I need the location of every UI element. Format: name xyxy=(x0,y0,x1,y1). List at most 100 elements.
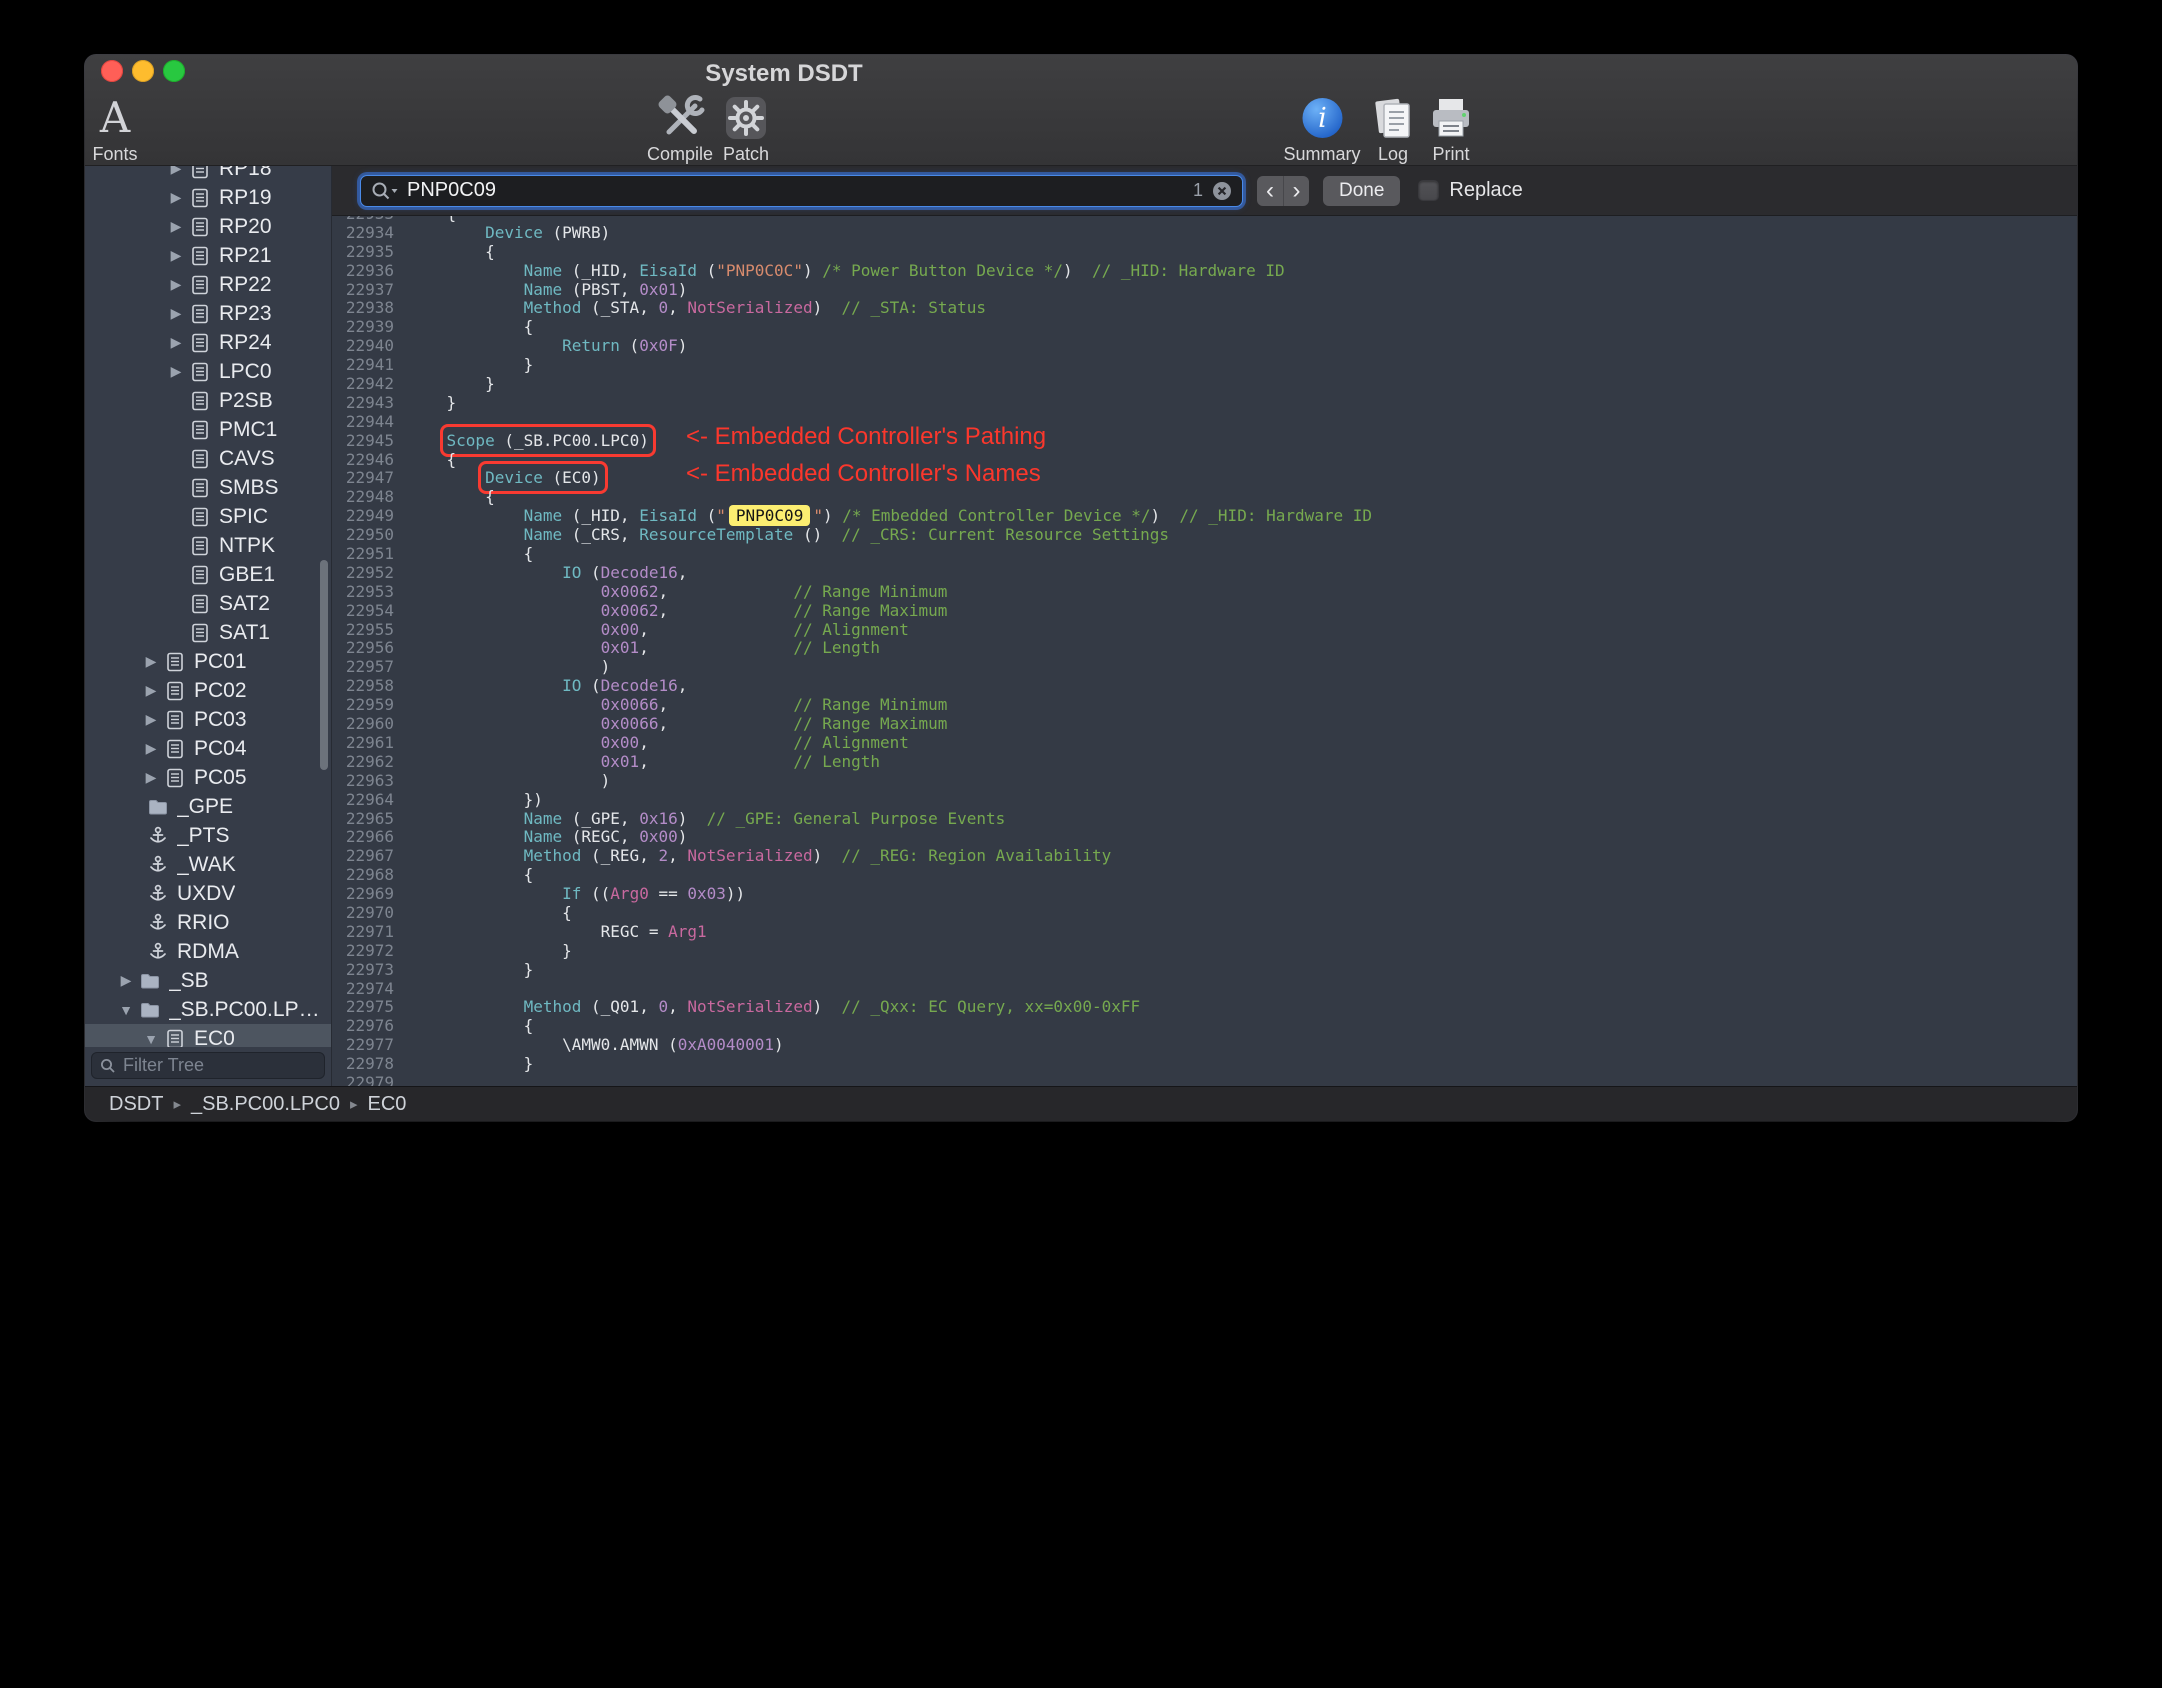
tree-item-pc01[interactable]: ▶ PC01 xyxy=(85,647,331,676)
tree-item-rp23[interactable]: ▶ RP23 xyxy=(85,299,331,328)
clear-search-icon[interactable] xyxy=(1212,181,1232,201)
find-previous-button[interactable]: ‹ xyxy=(1257,176,1283,206)
tree-item-pc02[interactable]: ▶ PC02 xyxy=(85,676,331,705)
toolbar-log-button[interactable]: Log xyxy=(1369,93,1417,165)
breadcrumb-item[interactable]: DSDT xyxy=(109,1093,163,1116)
code-line: 22978 } xyxy=(332,1054,2077,1074)
toolbar-compile-button[interactable]: Compile xyxy=(647,93,713,165)
tree-item-ntpk[interactable]: NTPK xyxy=(85,531,331,560)
sidebar-scrollbar[interactable] xyxy=(320,560,328,770)
disclosure-closed-icon[interactable]: ▶ xyxy=(138,682,164,699)
line-number: 22970 xyxy=(345,902,394,922)
tree-item-pmc1[interactable]: PMC1 xyxy=(85,415,331,444)
tree-item--gpe[interactable]: _GPE xyxy=(85,792,331,821)
tree-item-uxdv[interactable]: UXDV xyxy=(85,879,331,908)
code-token: 0x0F xyxy=(639,336,678,356)
toolbar-fonts-button[interactable]: A Fonts xyxy=(92,93,137,165)
disclosure-open-icon[interactable]: ▼ xyxy=(113,1002,139,1018)
code-token: ( xyxy=(619,336,640,356)
code-line: 22959 0x0066, // Range Minimum xyxy=(332,695,2077,715)
disclosure-closed-icon[interactable]: ▶ xyxy=(163,363,189,380)
disclosure-closed-icon[interactable]: ▶ xyxy=(138,711,164,728)
code-token: , xyxy=(639,619,794,639)
tree-item-ec0[interactable]: ▼ EC0 xyxy=(85,1024,331,1047)
tree-item-rp21[interactable]: ▶ RP21 xyxy=(85,241,331,270)
code-token: ) xyxy=(408,657,611,677)
disclosure-closed-icon[interactable]: ▶ xyxy=(138,769,164,786)
tree-item-gbe1[interactable]: GBE1 xyxy=(85,560,331,589)
disclosure-closed-icon[interactable]: ▶ xyxy=(138,653,164,670)
annotation-text: <- Embedded Controller's Names xyxy=(686,460,1041,488)
code-token: Name xyxy=(523,506,563,526)
breadcrumb-separator-icon: ▸ xyxy=(349,1096,358,1113)
disclosure-closed-icon[interactable]: ▶ xyxy=(163,276,189,293)
fonts-icon: A xyxy=(99,93,131,142)
code-editor[interactable]: 22933 {22934 Device (PWRB)22935 {22936 N… xyxy=(332,216,2077,1086)
disclosure-closed-icon[interactable]: ▶ xyxy=(163,218,189,235)
filter-tree-input[interactable]: Filter Tree xyxy=(91,1052,325,1079)
tree-item-pc04[interactable]: ▶ PC04 xyxy=(85,734,331,763)
minimize-button[interactable] xyxy=(132,60,154,82)
disclosure-open-icon[interactable]: ▼ xyxy=(138,1031,164,1047)
toolbar-summary-button[interactable]: i Summary xyxy=(1283,93,1361,165)
code-token: NotSerialized xyxy=(687,846,813,866)
disclosure-closed-icon[interactable]: ▶ xyxy=(163,305,189,322)
tree-item--sb-pc00-lp-[interactable]: ▼ _SB.PC00.LP… xyxy=(85,995,331,1024)
tree-item-rp24[interactable]: ▶ RP24 xyxy=(85,328,331,357)
done-button[interactable]: Done xyxy=(1323,175,1401,206)
tree-item-label: P2SB xyxy=(219,388,273,412)
tree-item-label: SMBS xyxy=(219,475,279,499)
tree-item-label: _SB xyxy=(169,968,209,992)
code-token: // _CRS: Current Resource Settings xyxy=(841,525,1169,545)
tree-item--wak[interactable]: _WAK xyxy=(85,850,331,879)
tree-item-rdma[interactable]: RDMA xyxy=(85,937,331,966)
breadcrumb-item[interactable]: _SB.PC00.LPC0 xyxy=(191,1093,340,1116)
tree-item-smbs[interactable]: SMBS xyxy=(85,473,331,502)
tree-item-pc03[interactable]: ▶ PC03 xyxy=(85,705,331,734)
code-line: 22963 ) xyxy=(332,771,2077,791)
tree-item-lpc0[interactable]: ▶ LPC0 xyxy=(85,357,331,386)
disclosure-closed-icon[interactable]: ▶ xyxy=(163,334,189,351)
toolbar-print-label: Print xyxy=(1432,144,1470,164)
disclosure-closed-icon[interactable]: ▶ xyxy=(138,740,164,757)
code-token: 0x0062 xyxy=(600,581,659,601)
toolbar-print-button[interactable]: Print xyxy=(1427,93,1475,165)
tree-item-pc05[interactable]: ▶ PC05 xyxy=(85,763,331,792)
breadcrumb-item[interactable]: EC0 xyxy=(368,1093,407,1116)
code-line: 22956 0x01, // Length xyxy=(332,639,2077,658)
tree-item-sat1[interactable]: SAT1 xyxy=(85,618,331,647)
code-line: 22952 IO (Decode16, xyxy=(332,563,2077,583)
search-input[interactable]: PNP0C09 1 xyxy=(360,174,1243,207)
tree-item-rp19[interactable]: ▶ RP19 xyxy=(85,183,331,212)
tree-item-rp20[interactable]: ▶ RP20 xyxy=(85,212,331,241)
replace-checkbox[interactable] xyxy=(1418,180,1440,201)
svg-text:i: i xyxy=(1318,103,1327,134)
toolbar-patch-button[interactable]: Patch xyxy=(722,93,770,165)
close-button[interactable] xyxy=(101,60,123,82)
tree-item-spic[interactable]: SPIC xyxy=(85,502,331,531)
tree-item-rrio[interactable]: RRIO xyxy=(85,908,331,937)
tree-item-p2sb[interactable]: P2SB xyxy=(85,386,331,415)
zoom-button[interactable] xyxy=(163,60,185,82)
disclosure-closed-icon[interactable]: ▶ xyxy=(163,189,189,206)
tree-item-rp18[interactable]: ▶ RP18 xyxy=(85,166,331,183)
code-line-content: } xyxy=(408,960,2077,980)
tree-item-label: PC05 xyxy=(194,765,247,789)
disclosure-closed-icon[interactable]: ▶ xyxy=(113,972,139,989)
tree-item-cavs[interactable]: CAVS xyxy=(85,444,331,473)
tree-item--sb[interactable]: ▶ _SB xyxy=(85,966,331,995)
code-line-content: 0x01, // Length xyxy=(408,752,2077,772)
tree-item-label: RP20 xyxy=(219,214,272,238)
tree-item-rp22[interactable]: ▶ RP22 xyxy=(85,270,331,299)
tree-item--pts[interactable]: _PTS xyxy=(85,821,331,850)
breadcrumb-separator-icon: ▸ xyxy=(173,1096,181,1113)
filter-tree-placeholder: Filter Tree xyxy=(123,1055,205,1075)
find-next-button[interactable]: › xyxy=(1283,175,1309,206)
line-number: 22951 xyxy=(345,544,394,564)
disclosure-closed-icon[interactable]: ▶ xyxy=(163,166,189,177)
tree-item-sat2[interactable]: SAT2 xyxy=(85,589,331,618)
disclosure-closed-icon[interactable]: ▶ xyxy=(163,247,189,264)
tree-item-label: NTPK xyxy=(219,533,276,557)
